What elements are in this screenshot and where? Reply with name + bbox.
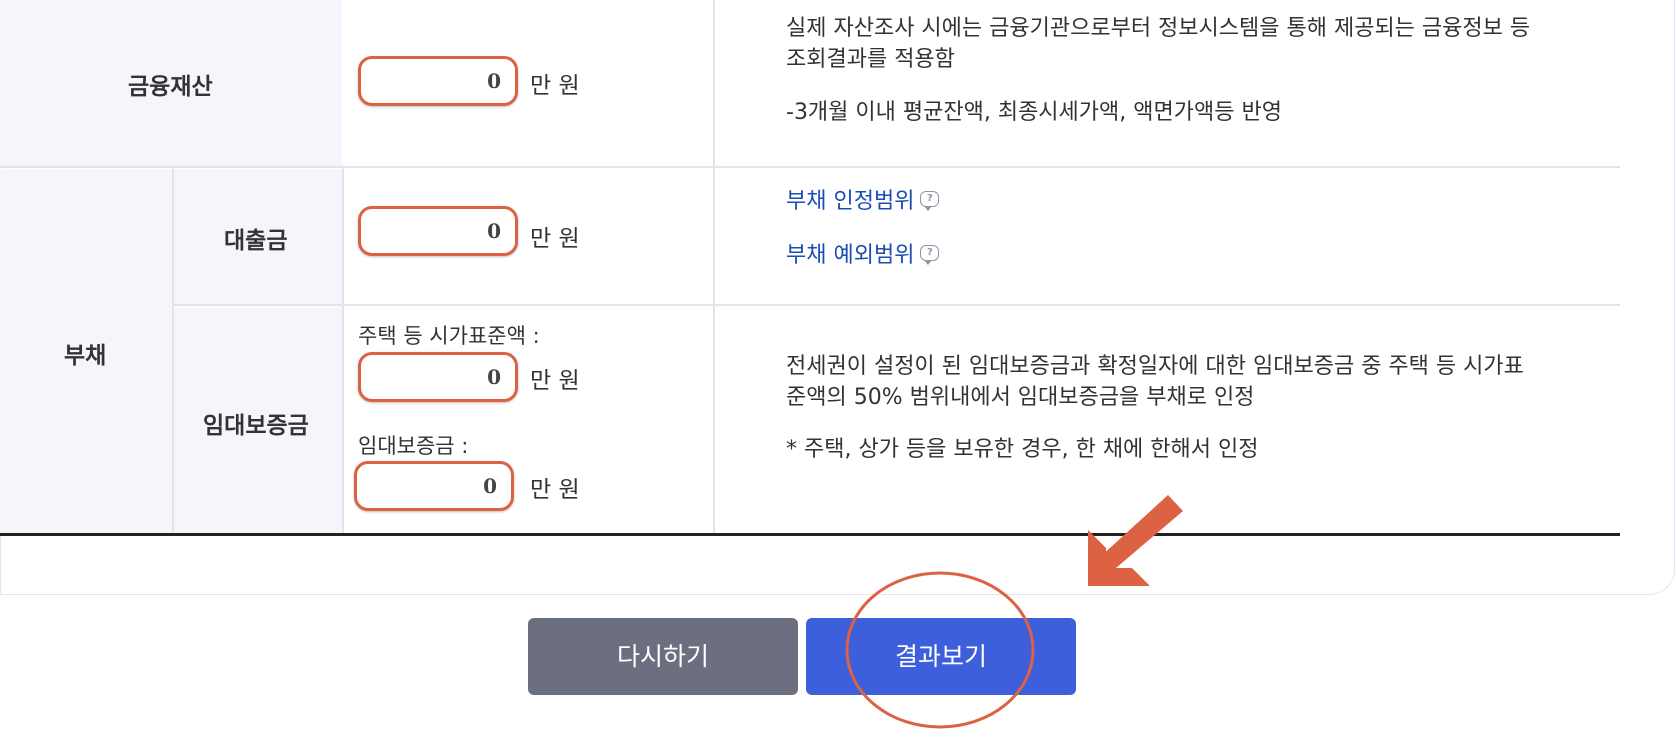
help-bubble-icon: ? xyxy=(920,245,940,265)
row-header-debt: 부채 xyxy=(64,343,107,369)
financial-desc-line1: 실제 자산조사 시에는 금융기관으로부터 정보시스템을 통해 제공되는 금융정보… xyxy=(786,16,1531,41)
housing-standard-price-label: 주택 등 시가표준액 : xyxy=(358,324,540,348)
housing-standard-price-input[interactable]: 0 xyxy=(358,352,518,402)
row-header-loan: 대출금 xyxy=(224,228,288,254)
link-text: 부채 예외범위 xyxy=(786,243,915,268)
deposit-desc-line3: * 주택, 상가 등을 보유한 경우, 한 채에 한해서 인정 xyxy=(786,437,1259,462)
table-bottom-border xyxy=(0,533,1620,536)
unit-label: 만 원 xyxy=(530,368,580,394)
link-text: 부채 인정범위 xyxy=(786,189,915,214)
deposit-desc-line2: 준액의 50% 범위내에서 임대보증금을 부채로 인정 xyxy=(786,385,1255,410)
rental-deposit-label: 임대보증금 : xyxy=(358,434,469,458)
unit-label: 만 원 xyxy=(530,226,580,252)
debt-recognition-range-link[interactable]: 부채 인정범위 ? xyxy=(786,183,940,215)
col-divider xyxy=(713,0,715,534)
financial-desc-line2: 조회결과를 적용함 xyxy=(786,47,955,72)
deposit-desc-line1: 전세권이 설정이 된 임대보증금과 확정일자에 대한 임대보증금 중 주택 등 … xyxy=(786,354,1524,379)
loan-input[interactable]: 0 xyxy=(358,206,518,256)
help-bubble-icon: ? xyxy=(920,191,940,211)
row-header-financial-assets: 금융재산 xyxy=(128,74,213,100)
debt-exception-range-link[interactable]: 부채 예외범위 ? xyxy=(786,237,940,269)
col-divider xyxy=(342,167,344,534)
col-divider xyxy=(172,167,174,534)
financial-desc-line3: -3개월 이내 평균잔액, 최종시세가액, 액면가액등 반영 xyxy=(786,100,1282,125)
view-result-button[interactable]: 결과보기 xyxy=(806,618,1076,695)
unit-label: 만 원 xyxy=(530,73,580,99)
rental-deposit-input[interactable]: 0 xyxy=(354,461,514,511)
unit-label: 만 원 xyxy=(530,477,580,503)
row-divider xyxy=(172,304,1620,306)
row-divider xyxy=(0,166,1620,168)
financial-assets-input[interactable]: 0 xyxy=(358,56,518,106)
reset-button[interactable]: 다시하기 xyxy=(528,618,798,695)
row-header-deposit: 임대보증금 xyxy=(203,413,309,439)
